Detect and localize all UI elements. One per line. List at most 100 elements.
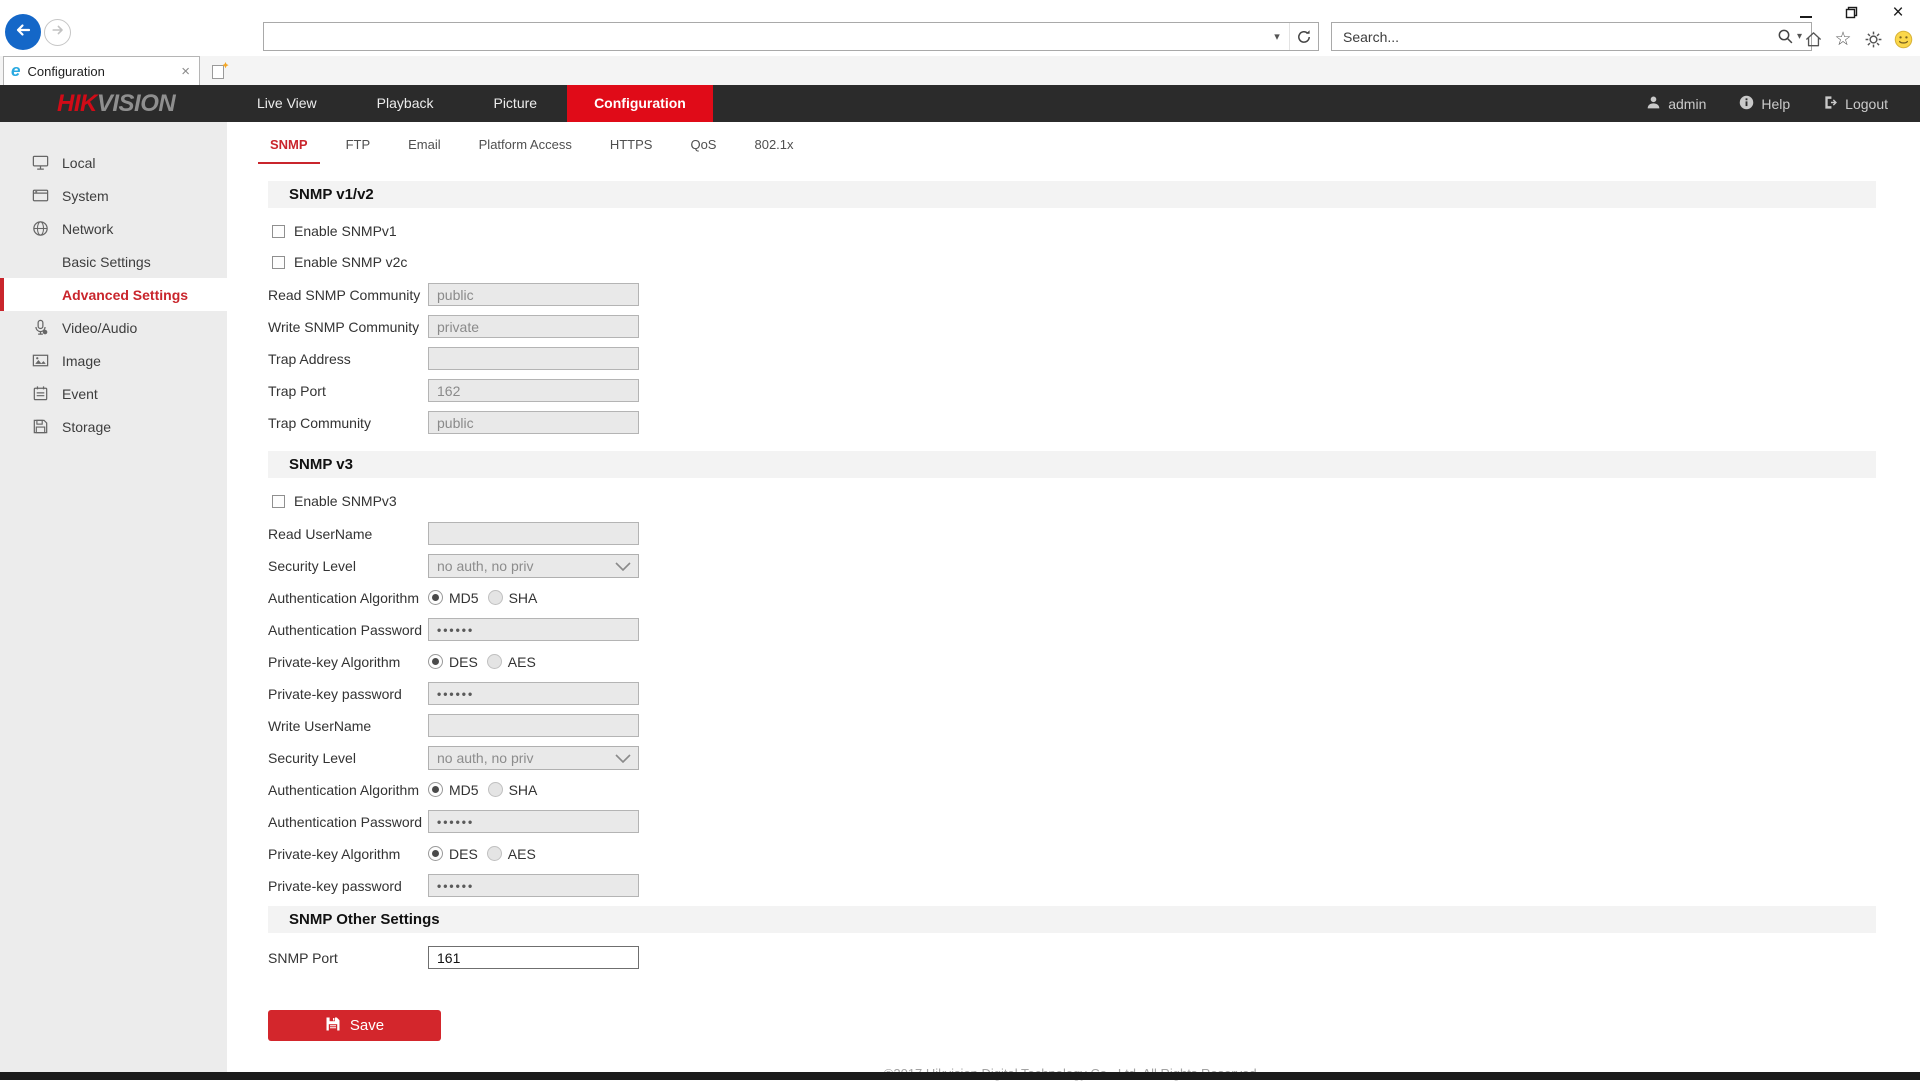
read-snmp-community-input[interactable] xyxy=(428,283,639,306)
restore-button[interactable] xyxy=(1844,5,1860,21)
menu-picture[interactable]: Picture xyxy=(463,85,567,122)
radio-icon xyxy=(428,782,443,797)
ie-favicon: e xyxy=(11,61,20,81)
sidebar-item-network[interactable]: Network xyxy=(0,212,227,245)
sidebar-item-event[interactable]: Event xyxy=(0,377,227,410)
read-username-input[interactable] xyxy=(428,522,639,545)
help-info-icon xyxy=(1739,95,1754,113)
menu-live-view[interactable]: Live View xyxy=(227,85,347,122)
trap-address-input[interactable] xyxy=(428,347,639,370)
read-priv-password-input[interactable] xyxy=(428,682,639,705)
radio-label: DES xyxy=(449,654,478,670)
sidebar-item-storage[interactable]: Storage xyxy=(0,410,227,443)
sidebar-item-advanced-settings[interactable]: Advanced Settings xyxy=(0,278,227,311)
field-label: Write SNMP Community xyxy=(268,319,428,335)
write-snmp-community-input[interactable] xyxy=(428,315,639,338)
address-input[interactable] xyxy=(264,23,1265,50)
read-security-level-row: Security Level no auth, no priv xyxy=(268,554,1920,577)
read-priv-algorithm-row: Private-key Algorithm DES AES xyxy=(268,650,1920,673)
help-button[interactable]: Help xyxy=(1739,95,1790,113)
write-priv-password-row: Private-key password xyxy=(268,874,1920,897)
tab-ftp[interactable]: FTP xyxy=(334,137,383,164)
radio-option-md5[interactable]: MD5 xyxy=(428,590,479,606)
settings-gear-icon[interactable] xyxy=(1862,28,1884,50)
sidebar-item-system[interactable]: System xyxy=(0,179,227,212)
sidebar-label: Image xyxy=(62,353,101,369)
hikvision-logo: HIKVISION xyxy=(57,90,175,118)
logout-icon xyxy=(1823,95,1838,113)
radio-option-des[interactable]: DES xyxy=(428,846,478,862)
field-label: Trap Port xyxy=(268,383,428,399)
settings-tabstrip: SNMP FTP Email Platform Access HTTPS QoS… xyxy=(227,122,1920,164)
trap-port-input[interactable] xyxy=(428,379,639,402)
menu-configuration[interactable]: Configuration xyxy=(567,85,713,122)
browser-chrome: ▾ ▾ × ☆ xyxy=(0,0,1920,56)
read-username-row: Read UserName xyxy=(268,522,1920,545)
save-button[interactable]: Save xyxy=(268,1010,441,1041)
minimize-button[interactable] xyxy=(1798,5,1814,21)
enable-snmpv2c-row: Enable SNMP v2c xyxy=(272,252,1920,272)
section-header-snmp-v3: SNMP v3 xyxy=(268,451,1876,478)
back-button[interactable] xyxy=(5,14,41,50)
tab-https[interactable]: HTTPS xyxy=(598,137,665,164)
sidebar-item-basic-settings[interactable]: Basic Settings xyxy=(0,245,227,278)
search-input[interactable] xyxy=(1332,23,1777,50)
save-label: Save xyxy=(350,1017,384,1034)
enable-snmpv1-checkbox[interactable] xyxy=(272,225,285,238)
tab-snmp[interactable]: SNMP xyxy=(258,137,320,164)
radio-option-des[interactable]: DES xyxy=(428,654,478,670)
menu-playback[interactable]: Playback xyxy=(347,85,464,122)
write-snmp-community-row: Write SNMP Community xyxy=(268,315,1920,338)
field-label: Read SNMP Community xyxy=(268,287,428,303)
radio-option-sha[interactable]: SHA xyxy=(488,590,538,606)
enable-snmpv3-checkbox[interactable] xyxy=(272,495,285,508)
feedback-smiley-icon[interactable] xyxy=(1892,28,1914,50)
field-label: Authentication Algorithm xyxy=(268,782,428,798)
sidebar: Local System Network Basic Settings Adva… xyxy=(0,122,227,1072)
write-security-level-select[interactable]: no auth, no priv xyxy=(428,746,639,770)
browser-tab-configuration[interactable]: e Configuration × xyxy=(3,56,200,85)
tab-qos[interactable]: QoS xyxy=(678,137,728,164)
radio-option-aes[interactable]: AES xyxy=(487,654,536,670)
logout-button[interactable]: Logout xyxy=(1823,95,1888,113)
radio-icon xyxy=(487,654,502,669)
new-tab-button[interactable] xyxy=(207,59,233,83)
help-label: Help xyxy=(1761,96,1790,112)
radio-option-sha[interactable]: SHA xyxy=(488,782,538,798)
enable-snmpv2c-checkbox[interactable] xyxy=(272,256,285,269)
current-user: admin xyxy=(1646,95,1706,113)
radio-option-aes[interactable]: AES xyxy=(487,846,536,862)
write-priv-password-input[interactable] xyxy=(428,874,639,897)
radio-option-md5[interactable]: MD5 xyxy=(428,782,479,798)
system-window-icon xyxy=(30,186,50,206)
home-icon[interactable] xyxy=(1802,28,1824,50)
trap-community-input[interactable] xyxy=(428,411,639,434)
radio-label: AES xyxy=(508,846,536,862)
enable-snmpv3-row: Enable SNMPv3 xyxy=(272,491,1920,511)
read-security-level-select[interactable]: no auth, no priv xyxy=(428,554,639,578)
checkbox-label: Enable SNMPv1 xyxy=(294,223,397,239)
sidebar-item-local[interactable]: Local xyxy=(0,146,227,179)
select-value: no auth, no priv xyxy=(437,750,534,766)
sidebar-label: Network xyxy=(62,221,113,237)
forward-button[interactable] xyxy=(44,19,71,46)
read-priv-password-row: Private-key password xyxy=(268,682,1920,705)
favorites-star-icon[interactable]: ☆ xyxy=(1832,28,1854,50)
sidebar-label: Storage xyxy=(62,419,111,435)
address-dropdown-icon[interactable]: ▾ xyxy=(1265,30,1289,43)
tab-platform-access[interactable]: Platform Access xyxy=(467,137,584,164)
event-calendar-icon xyxy=(30,384,50,404)
snmp-port-input[interactable] xyxy=(428,946,639,969)
sidebar-item-image[interactable]: Image xyxy=(0,344,227,377)
refresh-icon[interactable] xyxy=(1290,29,1318,45)
select-value: no auth, no priv xyxy=(437,558,534,574)
tab-email[interactable]: Email xyxy=(396,137,453,164)
trap-community-row: Trap Community xyxy=(268,411,1920,434)
tab-8021x[interactable]: 802.1x xyxy=(742,137,805,164)
write-username-input[interactable] xyxy=(428,714,639,737)
write-auth-password-input[interactable] xyxy=(428,810,639,833)
close-button[interactable]: × xyxy=(1890,5,1906,21)
read-auth-password-input[interactable] xyxy=(428,618,639,641)
sidebar-item-video-audio[interactable]: Video/Audio xyxy=(0,311,227,344)
tab-close-icon[interactable]: × xyxy=(179,63,192,80)
